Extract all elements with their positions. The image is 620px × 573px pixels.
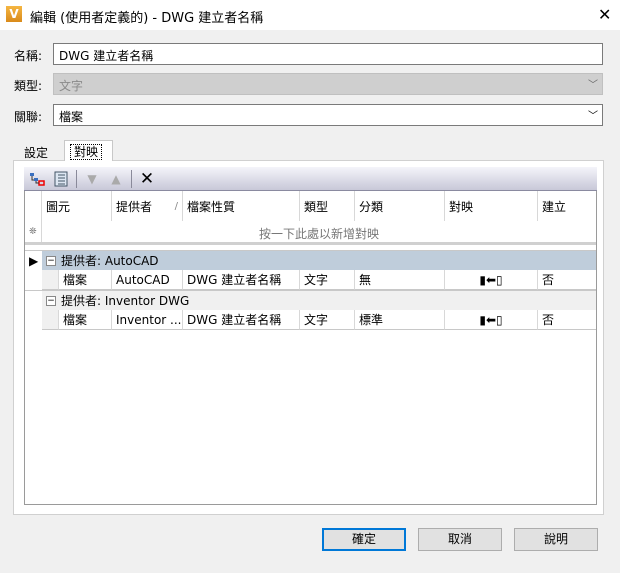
toolbar-separator (131, 169, 132, 188)
mapping-direction-icon: ▮⬅▯ (445, 310, 538, 330)
hierarchy-icon[interactable] (28, 170, 46, 188)
assoc-label: 關聯: (14, 110, 43, 124)
row-header-cell (25, 191, 42, 221)
group-label: 提供者: Inventor DWG (61, 294, 190, 308)
chevron-down-icon[interactable]: ﹀ (588, 107, 598, 122)
column-header[interactable]: 類型 (300, 191, 355, 221)
delete-icon[interactable]: ✕ (138, 169, 156, 189)
column-header[interactable]: 檔案性質 (183, 191, 300, 221)
cell: 文字 (300, 310, 355, 330)
move-up-icon: ▲ (111, 171, 121, 186)
column-header[interactable]: 對映 (445, 191, 538, 221)
name-input[interactable]: DWG 建立者名稱 (53, 43, 603, 65)
sort-indicator-icon: / (174, 200, 178, 212)
cell: 檔案 (59, 270, 112, 290)
new-row-hint[interactable]: 按一下此處以新增對映 (42, 221, 596, 242)
cell: 檔案 (59, 310, 112, 330)
help-button[interactable]: 說明 (514, 528, 598, 551)
close-icon[interactable]: ✕ (598, 5, 611, 24)
app-logo-icon: V (6, 6, 22, 22)
tab-settings[interactable]: 設定 (18, 142, 54, 161)
table-row[interactable]: 檔案 AutoCAD DWG 建立者名稱 文字 無 ▮⬅▯ 否 (25, 270, 596, 290)
window-title: 編輯 (使用者定義的) - DWG 建立者名稱 (30, 11, 264, 26)
cell: 標準 (355, 310, 445, 330)
title-bar: V 編輯 (使用者定義的) - DWG 建立者名稱 ✕ (0, 0, 620, 30)
toolbar-separator (76, 169, 77, 188)
column-header-label: 提供者 (116, 199, 153, 214)
mapping-direction-icon: ▮⬅▯ (445, 270, 538, 290)
collapse-icon[interactable]: − (46, 255, 56, 266)
cancel-button[interactable]: 取消 (418, 528, 502, 551)
ok-button[interactable]: 確定 (322, 528, 406, 551)
table-row[interactable]: 檔案 Inventor ... DWG 建立者名稱 文字 標準 ▮⬅▯ 否 (25, 310, 596, 330)
cell: DWG 建立者名稱 (183, 270, 300, 290)
new-row-marker-icon: ❊ (25, 221, 42, 242)
assoc-value: 檔案 (59, 110, 84, 124)
collapse-icon[interactable]: − (46, 295, 56, 306)
tab-mapping-label: 對映 (69, 144, 103, 160)
chevron-down-icon: ﹀ (588, 80, 598, 91)
column-header[interactable]: 建立 (538, 191, 596, 221)
column-header[interactable]: 分類 (355, 191, 445, 221)
tab-mapping[interactable]: 對映 (64, 140, 113, 161)
type-value: 文字 (59, 79, 84, 93)
mapping-grid: 圖元 提供者 / 檔案性質 類型 分類 對映 建立 ❊ 按一下此處以新增對映 ▶ … (24, 191, 597, 505)
cell: 否 (538, 270, 596, 290)
cell: DWG 建立者名稱 (183, 310, 300, 330)
list-icon[interactable] (52, 170, 70, 188)
cell: AutoCAD (112, 270, 183, 290)
current-row-icon: ▶ (25, 251, 42, 270)
move-down-icon: ▼ (87, 171, 97, 186)
column-header[interactable]: 提供者 / (112, 191, 183, 221)
cell: Inventor ... (112, 310, 183, 330)
name-label: 名稱: (14, 49, 43, 63)
type-select: 文字 ﹀ (53, 73, 603, 95)
group-row[interactable]: − 提供者: Inventor DWG (25, 290, 596, 310)
new-row[interactable]: ❊ 按一下此處以新增對映 (25, 221, 596, 245)
cell: 否 (538, 310, 596, 330)
column-header[interactable]: 圖元 (42, 191, 112, 221)
type-label: 類型: (14, 79, 43, 93)
cell: 無 (355, 270, 445, 290)
group-label: 提供者: AutoCAD (61, 254, 159, 268)
grid-toolbar: ▼ ▲ ✕ (24, 167, 597, 191)
assoc-select[interactable]: 檔案 ﹀ (53, 104, 603, 126)
cell: 文字 (300, 270, 355, 290)
grid-header: 圖元 提供者 / 檔案性質 類型 分類 對映 建立 (25, 191, 596, 221)
group-row[interactable]: ▶ − 提供者: AutoCAD (25, 250, 596, 270)
